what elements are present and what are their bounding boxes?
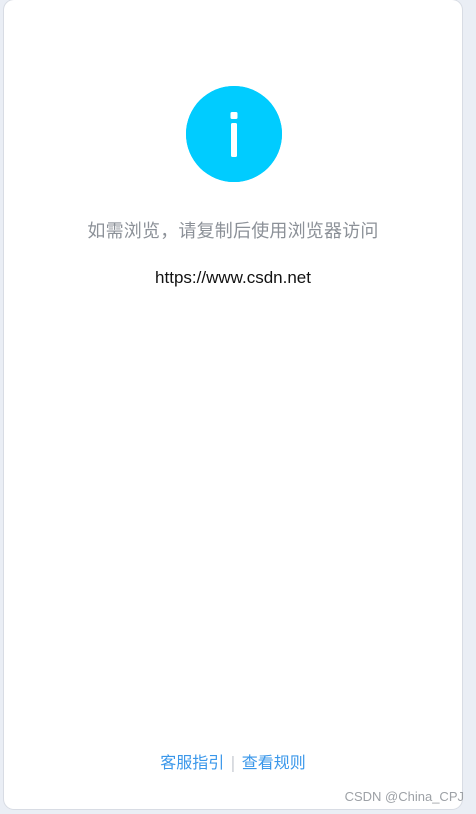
content-card: 如需浏览，请复制后使用浏览器访问 https://www.csdn.net 客服…: [4, 0, 462, 809]
info-icon: [186, 86, 282, 182]
footer-separator: |: [230, 753, 236, 772]
view-rules-link[interactable]: 查看规则: [242, 753, 306, 772]
watermark: CSDN @China_CPJ: [344, 789, 464, 804]
customer-service-guide-link[interactable]: 客服指引: [160, 753, 224, 772]
target-url[interactable]: https://www.csdn.net: [4, 265, 462, 291]
browser-warning-page: 如需浏览，请复制后使用浏览器访问 https://www.csdn.net 客服…: [0, 0, 476, 814]
footer-links: 客服指引 | 查看规则: [4, 751, 462, 775]
copy-and-open-message: 如需浏览，请复制后使用浏览器访问: [87, 221, 379, 242]
